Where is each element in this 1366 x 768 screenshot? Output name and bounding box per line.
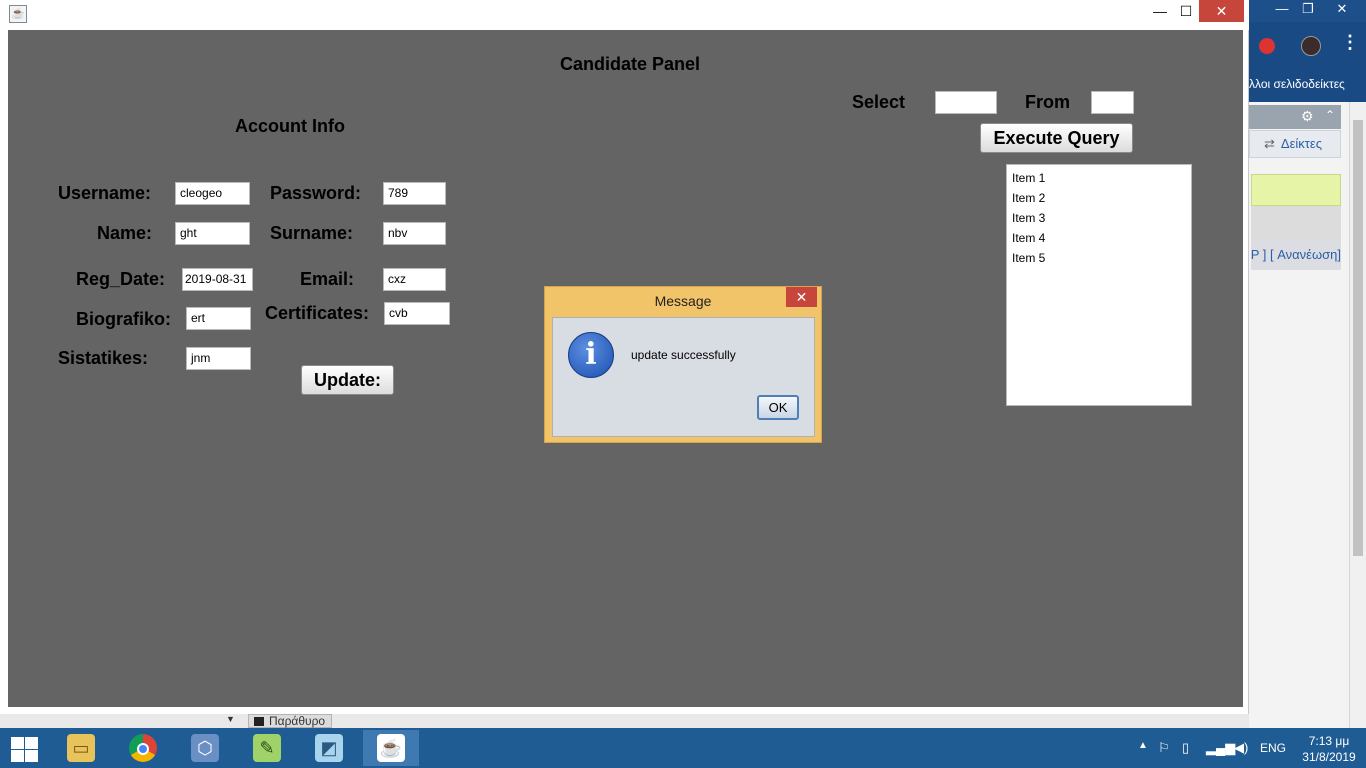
browser-scroll-thumb[interactable] — [1353, 120, 1363, 556]
list-item[interactable]: Item 4 — [1007, 228, 1191, 248]
maximize-button[interactable]: ☐ — [1173, 0, 1199, 22]
username-field[interactable]: cleogeo — [175, 182, 250, 205]
taskbar-paint[interactable]: ◩ — [301, 730, 357, 766]
browser-minimize-button[interactable]: — — [1269, 0, 1295, 18]
windows-logo-icon — [11, 737, 24, 749]
collapse-icon[interactable]: ⌃ — [1325, 108, 1335, 122]
adblock-icon[interactable] — [1259, 38, 1275, 54]
list-item[interactable]: Item 1 — [1007, 168, 1191, 188]
browser-toolbar: ⋮ — [1249, 22, 1366, 72]
select-field[interactable] — [935, 91, 997, 114]
notice-bar — [1251, 174, 1341, 206]
browser-scrollbar[interactable] — [1349, 102, 1366, 728]
taskbar-file-explorer[interactable]: ▭ — [53, 730, 109, 766]
sistatikes-label: Sistatikes: — [58, 348, 149, 368]
other-bookmarks-link[interactable]: λλοι σελιδοδείκτες — [1249, 77, 1345, 91]
ok-button[interactable]: OK — [757, 395, 799, 420]
windows-logo-pane — [25, 750, 38, 762]
profile-avatar-icon[interactable] — [1301, 36, 1321, 56]
password-label: Password: — [270, 183, 362, 203]
surname-field[interactable]: nbv — [383, 222, 446, 245]
window-tab-label: Παράθυρο — [269, 714, 326, 728]
info-icon: i — [568, 332, 614, 378]
name-field[interactable]: ght — [175, 222, 250, 245]
name-label: Name: — [97, 223, 153, 243]
refresh-link-text[interactable]: P ] [ Ανανέωση] — [1251, 247, 1341, 262]
notepad-plus-plus-icon: ✎ — [253, 734, 281, 762]
update-button[interactable]: Update: — [301, 365, 394, 395]
taskbar-chrome[interactable] — [115, 730, 171, 766]
clock-date[interactable]: 31/8/2019 — [1294, 750, 1364, 764]
language-indicator[interactable]: ENG — [1260, 741, 1286, 755]
dialog-title: Message — [654, 293, 712, 309]
menu-kebab-icon[interactable]: ⋮ — [1341, 32, 1359, 53]
window-tab-icon — [254, 717, 264, 726]
browser-titlebar: — ❐ ✕ — [1249, 0, 1366, 22]
java-icon: ☕ — [377, 734, 405, 762]
panel-header-strip: ⚙ ⌃ — [1249, 105, 1341, 129]
reg-date-label: Reg_Date: — [76, 269, 166, 289]
list-item[interactable]: Item 2 — [1007, 188, 1191, 208]
network-icon[interactable]: ▂▄▆ — [1206, 740, 1235, 756]
taskbar-java[interactable]: ☕ — [363, 730, 419, 766]
show-hidden-icons-icon[interactable]: ▲ — [1138, 740, 1148, 751]
bookmarks-bar: λλοι σελιδοδείκτες — [1249, 72, 1366, 102]
background-window-strip: ▼ Παράθυρο — [0, 714, 1249, 728]
minimize-button[interactable]: — — [1147, 0, 1173, 22]
biografiko-label: Biografiko: — [76, 309, 172, 329]
list-item[interactable]: Item 3 — [1007, 208, 1191, 228]
password-field[interactable]: 789 — [383, 182, 446, 205]
flag-icon[interactable]: ⚐ — [1158, 740, 1170, 756]
volume-icon[interactable]: ◀) — [1234, 740, 1248, 756]
windows-logo-pane — [11, 750, 24, 762]
certificates-label: Certificates: — [265, 303, 370, 323]
start-button[interactable] — [8, 736, 38, 762]
java-app-icon: ☕ — [9, 5, 27, 23]
certificates-field[interactable]: cvb — [384, 302, 450, 325]
window-titlebar: ☕ — ☐ ✕ — [0, 0, 1249, 30]
refresh-links[interactable]: P ] [ Ανανέωση] — [1251, 240, 1341, 270]
list-item[interactable]: Item 5 — [1007, 248, 1191, 268]
power-icon[interactable]: ▯ — [1182, 740, 1189, 756]
message-dialog: Message ✕ i update successfully OK — [544, 286, 822, 443]
chrome-icon — [129, 734, 157, 762]
content-strip — [1251, 206, 1341, 240]
from-label: From — [1025, 92, 1070, 112]
windows-logo-pane — [25, 737, 38, 749]
gear-icon[interactable]: ⚙ — [1301, 108, 1314, 125]
panel-title: Candidate Panel — [560, 54, 701, 74]
dialog-body: i update successfully OK — [552, 317, 815, 437]
taskbar-virtualbox[interactable]: ⬡ — [177, 730, 233, 766]
select-label: Select — [852, 92, 906, 112]
biografiko-field[interactable]: ert — [186, 307, 251, 330]
dialog-message: update successfully — [631, 348, 736, 362]
reg-date-field[interactable]: 2019-08-31 — [182, 268, 253, 291]
paint-icon: ◩ — [315, 734, 343, 762]
tab-deiktes-label: Δείκτες — [1280, 136, 1322, 151]
close-button[interactable]: ✕ — [1199, 0, 1244, 22]
execute-query-button[interactable]: Execute Query — [980, 123, 1133, 153]
username-label: Username: — [58, 183, 152, 203]
browser-restore-button[interactable]: ❐ — [1295, 0, 1321, 18]
account-info-heading: Account Info — [235, 116, 345, 136]
dropdown-arrow-icon[interactable]: ▼ — [226, 714, 235, 724]
query-results-list[interactable]: Item 1 Item 2 Item 3 Item 4 Item 5 — [1006, 164, 1192, 406]
email-label: Email: — [300, 269, 355, 289]
window-tab[interactable]: Παράθυρο — [248, 714, 333, 728]
taskbar: ▭ ⬡ ✎ ◩ ☕ ▲ ⚐ ▯ ▂▄▆ ◀) ENG 7:13 μμ 31/8/… — [0, 728, 1366, 768]
background-browser-window: — ❐ ✕ ⋮ λλοι σελιδοδείκτες ⚙ ⌃ ⇄ Δείκτες … — [1249, 0, 1366, 728]
tab-deiktes[interactable]: ⇄ Δείκτες — [1249, 130, 1341, 158]
sistatikes-field[interactable]: jnm — [186, 347, 251, 370]
shuffle-icon: ⇄ — [1264, 136, 1275, 151]
taskbar-notepad-plus-plus[interactable]: ✎ — [239, 730, 295, 766]
dialog-close-button[interactable]: ✕ — [786, 287, 817, 307]
virtualbox-icon: ⬡ — [191, 734, 219, 762]
browser-close-button[interactable]: ✕ — [1329, 0, 1355, 18]
email-field[interactable]: cxz — [383, 268, 446, 291]
from-field[interactable] — [1091, 91, 1134, 114]
browser-page: ⚙ ⌃ ⇄ Δείκτες P ] [ Ανανέωση] — [1249, 102, 1366, 728]
surname-label: Surname: — [270, 223, 354, 243]
file-explorer-icon: ▭ — [67, 734, 95, 762]
clock-time[interactable]: 7:13 μμ — [1294, 734, 1364, 748]
